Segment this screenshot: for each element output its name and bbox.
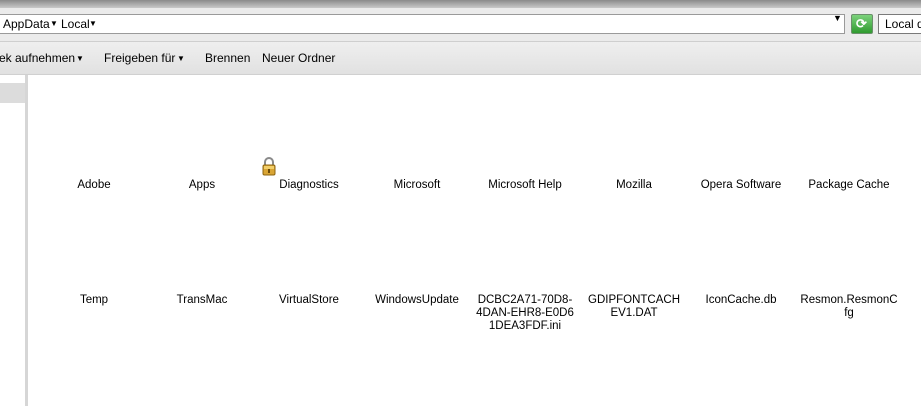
window-top-edge [0, 0, 921, 8]
refresh-button[interactable]: ⟳ [851, 14, 873, 34]
chevron-down-icon[interactable]: ▼ [76, 54, 84, 63]
address-history-dropdown-icon[interactable]: ▼ [833, 13, 842, 23]
new-folder-button[interactable]: Neuer Ordner [262, 51, 335, 65]
list-item[interactable]: Microsoft Help [471, 179, 579, 192]
command-toolbar: ek aufnehmen ▼ Freigeben für ▼ Brennen N… [0, 42, 921, 75]
address-field[interactable]: AppData ▼ Local ▼ [0, 14, 845, 34]
breadcrumb-separator-icon[interactable]: ▼ [89, 19, 97, 28]
list-item[interactable]: TransMac [148, 294, 256, 307]
breadcrumb-local[interactable]: Local [61, 17, 90, 31]
list-item[interactable]: IconCache.db [687, 294, 795, 307]
navigation-pane-selected-item[interactable] [0, 83, 25, 103]
breadcrumb-appdata[interactable]: AppData [3, 17, 50, 31]
list-item[interactable]: Temp [40, 294, 148, 307]
search-input-text: Local du [885, 17, 921, 31]
list-item[interactable]: Adobe [40, 179, 148, 192]
padlock-icon [262, 157, 276, 176]
include-in-library-button[interactable]: ek aufnehmen [0, 51, 75, 65]
list-item[interactable]: GDIPFONTCACHEV1.DAT [585, 294, 683, 320]
list-item[interactable]: Opera Software [687, 179, 795, 192]
list-item[interactable]: Resmon.ResmonCfg [800, 294, 898, 320]
list-item[interactable]: Package Cache [795, 179, 903, 192]
navigation-pane[interactable] [0, 75, 25, 406]
search-input[interactable]: Local du [878, 14, 921, 34]
address-bar: AppData ▼ Local ▼ ▼ ⟳ Local du [0, 8, 921, 42]
chevron-down-icon[interactable]: ▼ [177, 54, 185, 63]
burn-button[interactable]: Brennen [205, 51, 250, 65]
list-item[interactable]: DCBC2A71-70D8-4DAN-EHR8-E0D61DEA3FDF.ini [476, 294, 574, 333]
list-item[interactable]: VirtualStore [255, 294, 363, 307]
refresh-icon: ⟳ [856, 16, 867, 31]
file-list [28, 75, 921, 406]
list-item[interactable]: Diagnostics [255, 179, 363, 192]
share-with-button[interactable]: Freigeben für [104, 51, 175, 65]
breadcrumb-separator-icon[interactable]: ▼ [50, 19, 58, 28]
list-item[interactable]: Microsoft [363, 179, 471, 192]
list-item[interactable]: WindowsUpdate [363, 294, 471, 307]
list-item[interactable]: Apps [148, 179, 256, 192]
list-item[interactable]: Mozilla [580, 179, 688, 192]
